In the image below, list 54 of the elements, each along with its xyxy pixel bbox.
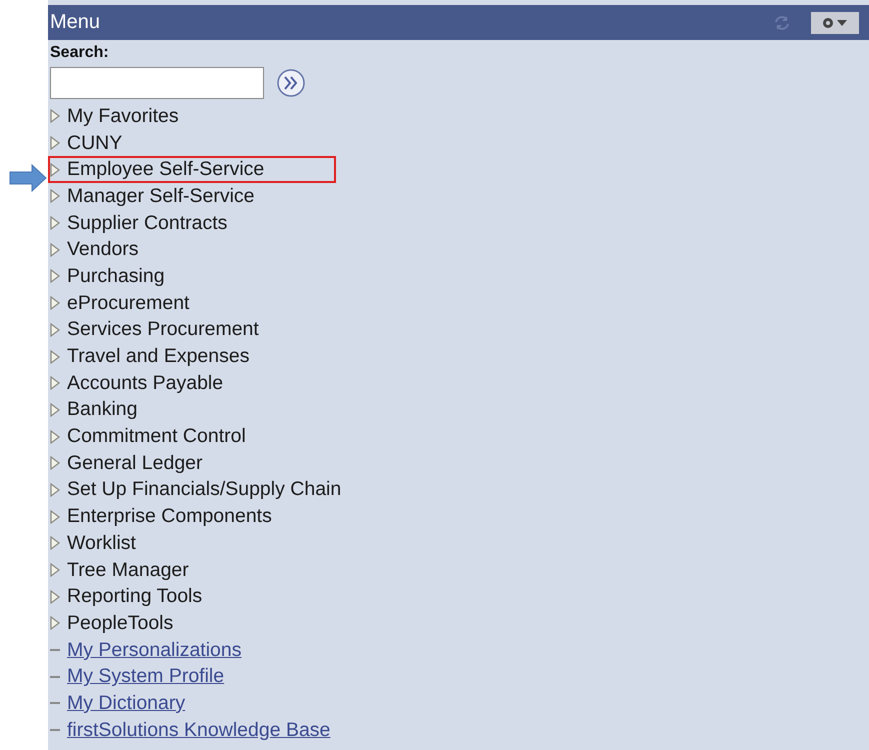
menu-folder[interactable]: Banking (67, 398, 138, 422)
menu-folder[interactable]: Services Procurement (67, 318, 259, 342)
expand-triangle-icon[interactable] (50, 510, 60, 524)
expand-triangle-icon[interactable] (50, 536, 60, 550)
refresh-icon[interactable] (773, 14, 791, 32)
expand-triangle-icon[interactable] (50, 296, 60, 310)
menu-link[interactable]: My Dictionary (67, 692, 186, 715)
dash-icon (50, 729, 60, 732)
menu-folder[interactable]: Accounts Payable (67, 372, 224, 395)
menu-folder[interactable]: PeopleTools (67, 612, 174, 635)
expand-triangle-icon[interactable] (50, 136, 60, 150)
menu-folder[interactable]: Travel and Expenses (67, 345, 250, 368)
expand-triangle-icon[interactable] (50, 242, 60, 257)
menu-folder[interactable]: Supplier Contracts (67, 212, 228, 235)
menu-folder[interactable]: Vendors (67, 238, 139, 262)
menu-title: Menu (50, 11, 102, 34)
expand-triangle-icon[interactable] (50, 350, 60, 364)
expand-triangle-icon[interactable] (50, 376, 60, 390)
menu-folder[interactable]: Reporting Tools (67, 585, 202, 608)
menu-folder[interactable]: General Ledger (67, 452, 203, 475)
menu-folder[interactable]: Employee Self-Service (67, 158, 264, 182)
search-go-icon[interactable] (276, 68, 306, 98)
expand-triangle-icon[interactable] (50, 616, 60, 630)
menu-link[interactable]: My System Profile (67, 665, 224, 688)
expand-triangle-icon[interactable] (50, 216, 60, 230)
expand-triangle-icon[interactable] (50, 482, 60, 497)
menu-link[interactable]: firstSolutions Knowledge Base (67, 718, 330, 742)
dash-icon (50, 676, 60, 678)
expand-triangle-icon[interactable] (50, 109, 60, 124)
expand-triangle-icon[interactable] (50, 269, 60, 284)
menu-folder[interactable]: Manager Self-Service (67, 184, 254, 208)
expand-triangle-icon[interactable] (50, 456, 60, 470)
menu-folder[interactable]: CUNY (67, 132, 122, 155)
search-label: Search: (50, 44, 110, 62)
expand-triangle-icon[interactable] (50, 402, 60, 417)
menu-folder[interactable]: Set Up Financials/Supply Chain (67, 478, 342, 502)
menu-folder[interactable]: Worklist (67, 532, 136, 555)
expand-triangle-icon[interactable] (50, 430, 60, 444)
menu-folder[interactable]: My Favorites (67, 104, 179, 128)
expand-triangle-icon[interactable] (50, 189, 60, 204)
expand-triangle-icon[interactable] (50, 322, 60, 337)
settings-button[interactable] (811, 12, 859, 34)
menu-folder[interactable]: Commitment Control (67, 425, 246, 448)
menu-folder[interactable]: Enterprise Components (67, 505, 272, 528)
expand-triangle-icon[interactable] (50, 563, 60, 578)
menu-link[interactable]: My Personalizations (67, 638, 242, 662)
menu-folder[interactable]: eProcurement (67, 292, 190, 315)
search-field[interactable] (50, 67, 264, 99)
expand-triangle-icon[interactable] (50, 590, 60, 604)
expand-triangle-icon[interactable] (50, 162, 60, 177)
menu-folder[interactable]: Tree Manager (67, 558, 189, 582)
dash-icon (50, 702, 60, 704)
menu-folder[interactable]: Purchasing (67, 264, 165, 288)
dash-icon (50, 649, 60, 652)
